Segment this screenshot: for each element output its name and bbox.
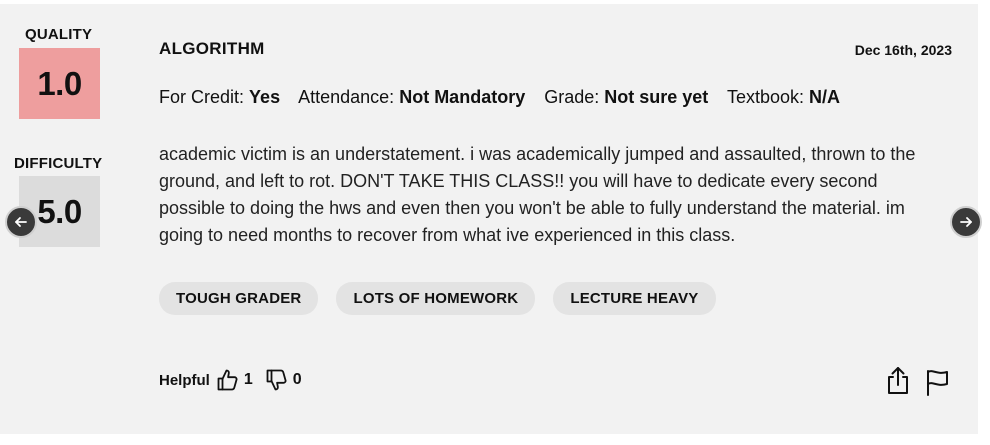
tag-list: TOUGH GRADER LOTS OF HOMEWORK LECTURE HE… <box>159 282 716 315</box>
share-icon[interactable] <box>884 366 912 396</box>
thumbs-up-icon[interactable] <box>216 368 240 392</box>
review-text: academic victim is an understatement. i … <box>159 144 916 245</box>
meta-textbook: Textbook: N/A <box>726 87 841 107</box>
thumbs-up-button[interactable]: 1 <box>216 368 253 392</box>
arrow-right-icon[interactable] <box>958 214 974 230</box>
quality-score: 1.0 <box>19 48 100 119</box>
difficulty-label: DIFFICULTY <box>14 155 103 172</box>
thumbs-down-button[interactable]: 0 <box>265 368 302 392</box>
meta-for-credit: For Credit: Yes <box>159 87 281 107</box>
tag-lecture-heavy: LECTURE HEAVY <box>553 282 716 315</box>
tag-lots-of-homework: LOTS OF HOMEWORK <box>336 282 536 315</box>
meta-grade: Grade: Not sure yet <box>544 87 709 107</box>
arrow-left-icon[interactable] <box>13 214 29 230</box>
review-date: Dec 16th, 2023 <box>854 42 952 58</box>
review-meta: For Credit: Yes Attendance: Not Mandator… <box>159 87 854 108</box>
helpful-label: Helpful <box>159 371 210 389</box>
flag-icon[interactable] <box>924 367 952 397</box>
thumbs-up-count: 1 <box>243 371 253 388</box>
course-name: ALGORITHM <box>159 39 265 58</box>
thumbs-down-count: 0 <box>292 371 302 388</box>
helpful-bar: Helpful 1 0 <box>159 368 314 392</box>
quality-label: QUALITY <box>25 26 93 43</box>
previous-review-button[interactable] <box>5 206 37 238</box>
next-review-button[interactable] <box>950 206 982 238</box>
thumbs-down-icon[interactable] <box>265 368 289 392</box>
meta-attendance: Attendance: Not Mandatory <box>298 87 526 107</box>
tag-tough-grader: TOUGH GRADER <box>159 282 319 315</box>
